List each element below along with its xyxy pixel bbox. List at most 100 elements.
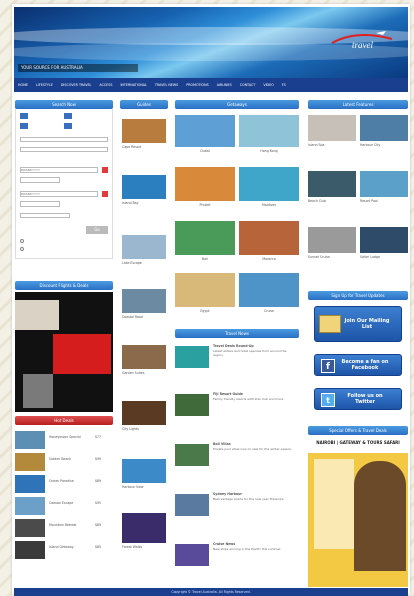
deal-title: Island Getaway <box>49 545 74 549</box>
guide-caption[interactable]: Coastal Road <box>122 315 143 319</box>
getaway-thumb[interactable] <box>239 115 299 147</box>
getaway-thumb[interactable] <box>175 115 235 147</box>
nav-item-airlines[interactable]: AIRLINES <box>217 83 232 87</box>
guide-thumb[interactable] <box>122 513 166 543</box>
flight-icon[interactable] <box>20 113 28 119</box>
news-text: New ships arriving in the Pacific this s… <box>213 547 282 551</box>
calendar-icon[interactable] <box>102 191 108 197</box>
getaway-caption[interactable]: Morocco <box>239 257 299 261</box>
featured-thumb[interactable] <box>360 227 408 253</box>
news-item[interactable]: Cruise News New ships arriving in the Pa… <box>175 542 299 586</box>
news-item[interactable]: Sydney Harbour Best vantage points for t… <box>175 492 299 536</box>
featured-thumb[interactable] <box>360 171 408 197</box>
featured-caption[interactable]: Harbour City <box>360 143 408 147</box>
guide-caption[interactable]: Island Bay <box>122 201 139 205</box>
return-time-select[interactable] <box>20 201 60 207</box>
featured-caption[interactable]: Safari Lodge <box>360 255 408 259</box>
return-date-input[interactable] <box>20 191 98 197</box>
twitter-button[interactable]: t Follow us on Twitter <box>314 388 402 410</box>
guide-caption[interactable]: Harbour View <box>122 485 144 489</box>
deal-row[interactable]: Ocean Paradise $89 <box>15 475 113 497</box>
getaway-thumb[interactable] <box>239 221 299 255</box>
guide-thumb[interactable] <box>122 401 166 425</box>
facebook-button[interactable]: f Become a fan on Facebook <box>314 354 402 376</box>
destination-field[interactable] <box>20 147 108 152</box>
getaway-caption[interactable]: Egypt <box>175 309 235 313</box>
deal-title: Golden Beach <box>49 457 72 461</box>
mailing-list-button[interactable]: Join Our Mailing List <box>314 306 402 342</box>
nav-item-news[interactable]: TRAVEL NEWS <box>155 83 178 87</box>
featured-caption[interactable]: Island Spa <box>308 143 356 147</box>
getaway-thumb[interactable] <box>175 273 235 307</box>
guide-caption[interactable]: Cape Resort <box>122 145 141 149</box>
hotel-icon[interactable] <box>64 113 72 119</box>
package-icon[interactable] <box>64 123 72 129</box>
guide-thumb[interactable] <box>122 345 166 369</box>
nav-item-promotions[interactable]: PROMOTIONS <box>186 83 208 87</box>
nav-item-video[interactable]: VIDEO <box>263 83 273 87</box>
news-title: Travel Deals Round-Up <box>213 344 254 348</box>
featured-caption[interactable]: Resort Pool <box>360 199 408 203</box>
deal-row[interactable]: Mountain Retreat $69 <box>15 519 113 541</box>
featured-caption[interactable]: Beach Club <box>308 199 356 203</box>
deal-price: $77 <box>95 435 102 439</box>
guide-thumb[interactable] <box>122 289 166 313</box>
deal-row[interactable]: Golden Beach $99 <box>15 453 113 475</box>
facebook-icon: f <box>321 359 335 373</box>
featured-thumb[interactable] <box>308 227 356 253</box>
car-icon[interactable] <box>20 123 28 129</box>
news-item[interactable]: Fiji Resort Guide Family friendly resort… <box>175 392 299 436</box>
nav-item-access[interactable]: ACCESS <box>99 83 112 87</box>
depart-time-select[interactable] <box>20 177 60 183</box>
news-item[interactable]: Bali Villas Private pool villas now on s… <box>175 442 299 486</box>
getaway-caption[interactable]: Maldives <box>239 203 299 207</box>
banner-tagline: YOUR SOURCE FOR AUSTRALIA <box>18 64 138 72</box>
depart-date-input[interactable] <box>20 167 98 173</box>
getaway-caption[interactable]: Bali <box>175 257 235 261</box>
guide-caption[interactable]: Garden Suites <box>122 371 145 375</box>
deal-row[interactable]: Island Getaway $85 <box>15 541 113 563</box>
brand-text: travel <box>352 40 373 50</box>
brand-logo[interactable]: travel <box>330 29 394 51</box>
guide-thumb[interactable] <box>122 119 166 143</box>
getaway-caption[interactable]: Phuket <box>175 203 235 207</box>
getaway-caption[interactable]: Cruise <box>239 309 299 313</box>
getaway-caption[interactable]: Dubai <box>175 149 235 153</box>
calendar-icon[interactable] <box>102 167 108 173</box>
nav-item-contact[interactable]: CONTACT <box>240 83 256 87</box>
nav-item-home[interactable]: HOME <box>18 83 28 87</box>
deal-row[interactable]: Coastal Escape $95 <box>15 497 113 519</box>
nav-item-international[interactable]: INTERNATIONAL <box>120 83 146 87</box>
getaway-thumb[interactable] <box>239 273 299 307</box>
guide-thumb[interactable] <box>122 175 166 199</box>
promo-image <box>15 300 59 330</box>
getaway-thumb[interactable] <box>175 167 235 201</box>
getaway-thumb[interactable] <box>175 221 235 255</box>
airfares-banner[interactable] <box>15 292 113 412</box>
featured-thumb[interactable] <box>308 171 356 197</box>
safari-ad[interactable]: NAIROBI | GATEWAY & TOURS SAFARI <box>308 437 408 587</box>
nav-item-discover[interactable]: DISCOVER TRAVEL <box>61 83 92 87</box>
nav-item-lifestyle[interactable]: LIFESTYLE <box>36 83 53 87</box>
guide-thumb[interactable] <box>122 459 166 483</box>
featured-thumb[interactable] <box>360 115 408 141</box>
origin-field[interactable] <box>20 137 108 142</box>
guide-caption[interactable]: Lake Escape <box>122 261 142 265</box>
guide-caption[interactable]: City Lights <box>122 427 139 431</box>
featured-header: Latest Features <box>308 100 408 109</box>
getaway-thumb[interactable] <box>239 167 299 201</box>
search-header: Search Now <box>15 100 113 109</box>
fixed-dates-radio[interactable] <box>20 247 24 251</box>
news-item[interactable]: Travel Deals Round-Up Latest airfare and… <box>175 344 299 388</box>
guide-thumb[interactable] <box>122 235 166 259</box>
search-button[interactable]: Go <box>86 226 108 234</box>
flex-dates-radio[interactable] <box>20 239 24 243</box>
passenger-select[interactable] <box>20 213 70 218</box>
getaway-caption[interactable]: Hong Kong <box>239 149 299 153</box>
news-title: Fiji Resort Guide <box>213 392 243 396</box>
guide-caption[interactable]: Forest Walks <box>122 545 142 549</box>
nav-item-fs[interactable]: FS <box>282 83 286 87</box>
featured-caption[interactable]: Sunset Cruise <box>308 255 356 259</box>
featured-thumb[interactable] <box>308 115 356 141</box>
deal-row[interactable]: Honeymoon Special $77 <box>15 431 113 453</box>
